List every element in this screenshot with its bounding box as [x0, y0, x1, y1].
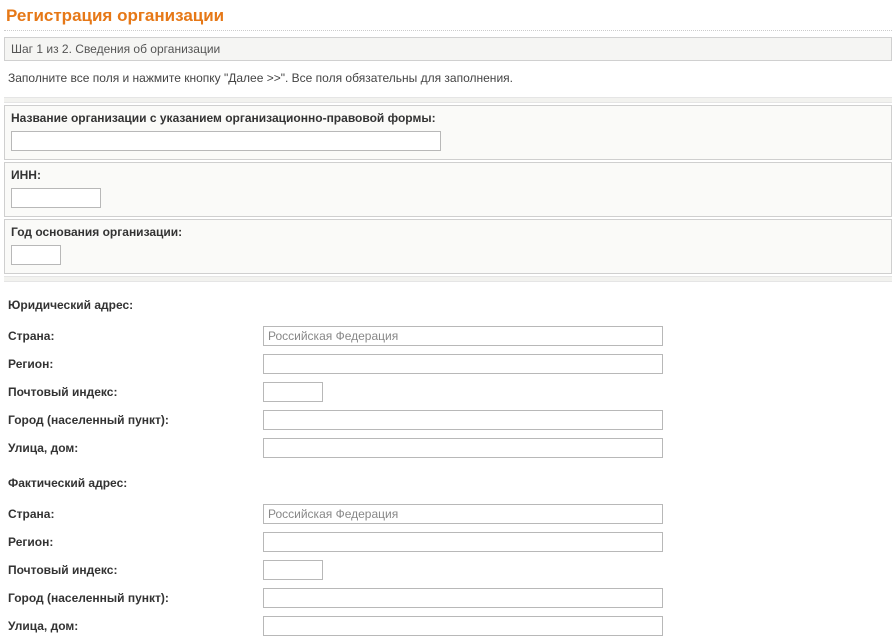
inn-input[interactable] — [11, 188, 101, 208]
legal-address-section: Юридический адрес: Страна: Регион: Почто… — [4, 284, 892, 462]
actual-address-section: Фактический адрес: Страна: Регион: Почто… — [4, 462, 892, 640]
founding-year-block: Год основания организации: — [4, 219, 892, 274]
inn-block: ИНН: — [4, 162, 892, 217]
step-indicator: Шаг 1 из 2. Сведения об организации — [4, 37, 892, 61]
actual-street-row: Улица, дом: — [6, 612, 890, 640]
actual-street-input[interactable] — [263, 616, 663, 636]
actual-zip-row: Почтовый индекс: — [6, 556, 890, 584]
legal-country-row: Страна: — [6, 322, 890, 350]
org-name-label: Название организации с указанием организ… — [11, 111, 885, 125]
actual-region-input[interactable] — [263, 532, 663, 552]
founding-year-input[interactable] — [11, 245, 61, 265]
founding-year-label: Год основания организации: — [11, 225, 885, 239]
legal-address-heading: Юридический адрес: — [6, 292, 890, 322]
org-name-input[interactable] — [11, 131, 441, 151]
page-title: Регистрация организации — [4, 4, 892, 31]
actual-city-row: Город (населенный пункт): — [6, 584, 890, 612]
actual-city-input[interactable] — [263, 588, 663, 608]
section-spacer — [4, 97, 892, 103]
inn-label: ИНН: — [11, 168, 885, 182]
legal-country-label: Страна: — [8, 329, 263, 343]
actual-country-label: Страна: — [8, 507, 263, 521]
legal-city-input[interactable] — [263, 410, 663, 430]
legal-zip-row: Почтовый индекс: — [6, 378, 890, 406]
legal-street-row: Улица, дом: — [6, 434, 890, 462]
section-spacer — [4, 276, 892, 282]
actual-street-label: Улица, дом: — [8, 619, 263, 633]
legal-zip-input[interactable] — [263, 382, 323, 402]
instructions-text: Заполните все поля и нажмите кнопку "Дал… — [4, 65, 892, 95]
legal-street-label: Улица, дом: — [8, 441, 263, 455]
legal-country-input — [263, 326, 663, 346]
actual-region-label: Регион: — [8, 535, 263, 549]
org-name-block: Название организации с указанием организ… — [4, 105, 892, 160]
legal-city-row: Город (населенный пункт): — [6, 406, 890, 434]
legal-region-label: Регион: — [8, 357, 263, 371]
actual-country-input — [263, 504, 663, 524]
legal-region-row: Регион: — [6, 350, 890, 378]
actual-region-row: Регион: — [6, 528, 890, 556]
actual-country-row: Страна: — [6, 500, 890, 528]
legal-city-label: Город (населенный пункт): — [8, 413, 263, 427]
actual-city-label: Город (населенный пункт): — [8, 591, 263, 605]
legal-zip-label: Почтовый индекс: — [8, 385, 263, 399]
legal-street-input[interactable] — [263, 438, 663, 458]
actual-zip-input[interactable] — [263, 560, 323, 580]
actual-address-heading: Фактический адрес: — [6, 470, 890, 500]
legal-region-input[interactable] — [263, 354, 663, 374]
actual-zip-label: Почтовый индекс: — [8, 563, 263, 577]
